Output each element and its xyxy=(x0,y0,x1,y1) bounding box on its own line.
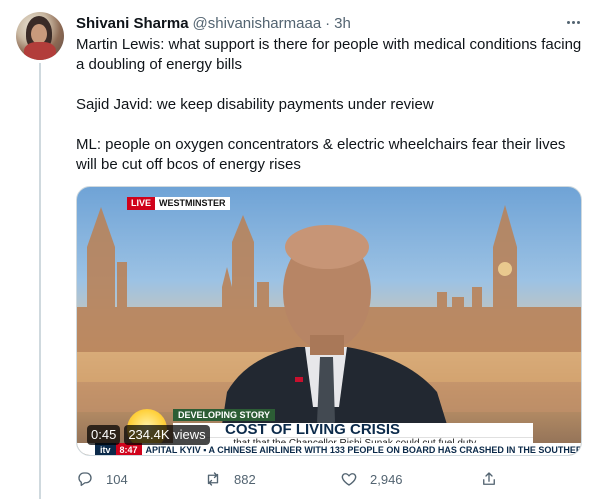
developing-story-label: DEVELOPING STORY xyxy=(173,409,276,421)
author-name[interactable]: Shivani Sharma xyxy=(76,15,189,32)
live-label: LIVE xyxy=(127,197,156,210)
video-player[interactable]: LIVE WESTMINSTER DEVELOPING STORY COST O… xyxy=(76,186,582,456)
author-handle[interactable]: @shivanisharmaaa xyxy=(193,15,322,32)
reply-count: 104 xyxy=(106,471,128,487)
avatar[interactable] xyxy=(16,12,64,60)
more-icon[interactable] xyxy=(562,12,584,32)
ticker-text: APITAL KYIV ▪ A CHINESE AIRLINER WITH 13… xyxy=(145,445,582,455)
headline: COST OF LIVING CRISIS xyxy=(173,422,533,437)
share-button[interactable] xyxy=(480,470,498,488)
live-badge: LIVE WESTMINSTER xyxy=(127,197,230,210)
tweet-line-2: Sajid Javid: we keep disability payments… xyxy=(76,96,434,113)
reply-button[interactable]: 104 xyxy=(76,470,128,488)
share-icon xyxy=(483,472,495,485)
like-count: 2,946 xyxy=(370,471,403,487)
retweet-count: 882 xyxy=(234,471,256,487)
separator-dot: · xyxy=(325,14,331,32)
tweet-line-1: Martin Lewis: what support is there for … xyxy=(76,36,582,73)
reply-icon xyxy=(78,472,92,487)
video-duration: 0:45 xyxy=(87,425,121,445)
location-label: WESTMINSTER xyxy=(155,197,230,210)
heart-icon xyxy=(341,473,357,486)
thread-line xyxy=(39,63,41,499)
tweet-header: Shivani Sharma @shivanisharmaaa · 3h xyxy=(76,13,351,33)
view-count: 234.4K views xyxy=(124,425,210,445)
tweet-text: Martin Lewis: what support is there for … xyxy=(76,35,586,175)
retweet-icon xyxy=(207,472,219,486)
tweet-time[interactable]: 3h xyxy=(334,15,351,32)
action-bar: 104 882 2,946 xyxy=(76,468,516,490)
video-overlay: 0:45 234.4K views xyxy=(87,425,210,445)
like-button[interactable]: 2,946 xyxy=(340,470,403,488)
retweet-button[interactable]: 882 xyxy=(204,470,256,488)
tweet-line-3: ML: people on oxygen concentrators & ele… xyxy=(76,136,566,173)
